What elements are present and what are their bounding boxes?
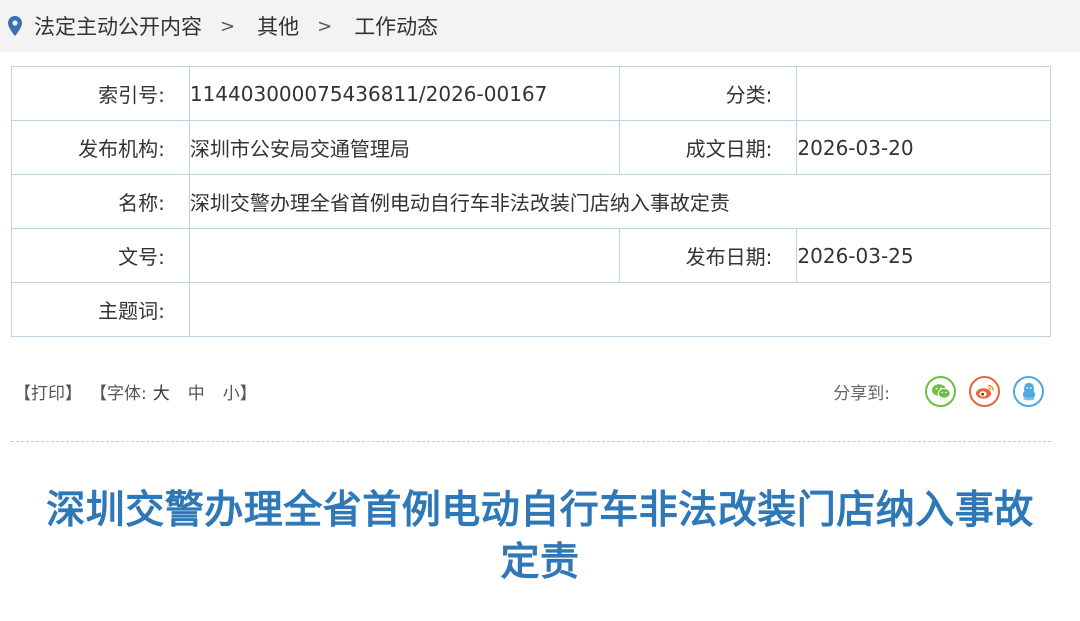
category-value — [796, 66, 1051, 121]
meta-row-name: 名称: 深圳交警办理全省首例电动自行车非法改装门店纳入事故定责 — [11, 174, 1052, 229]
article-toolbar: 【打印】 【字体: 大 中 小 】 分享到: — [14, 375, 1044, 407]
document-meta-table: 索引号: 114403000075436811/2026-00167 分类: 发… — [11, 66, 1052, 337]
font-size-prefix: 【字体: — [90, 383, 147, 404]
name-label: 名称: — [11, 174, 190, 229]
docno-value — [188, 228, 620, 283]
published-date-value: 2026-03-25 — [796, 228, 1051, 283]
keywords-value — [188, 282, 1052, 337]
meta-row-docno: 文号: 发布日期: 2026-03-25 — [11, 228, 1051, 283]
chevron-right-icon: > — [220, 15, 236, 37]
font-large-button[interactable]: 大 — [153, 379, 170, 404]
article-title-line-2: 定责 — [500, 540, 580, 585]
share-label: 分享到: — [833, 383, 890, 404]
qq-icon[interactable] — [1013, 375, 1044, 407]
chevron-right-icon: > — [317, 15, 333, 37]
location-pin-icon — [2, 11, 28, 41]
wechat-icon[interactable] — [925, 375, 956, 407]
font-small-button[interactable]: 小 — [223, 379, 240, 404]
docno-label: 文号: — [11, 228, 190, 283]
publisher-value: 深圳市公安局交通管理局 — [188, 120, 620, 175]
print-button[interactable]: 【打印】 — [14, 379, 82, 404]
meta-row-index: 索引号: 114403000075436811/2026-00167 分类: — [11, 66, 1051, 121]
article-title-line-1: 深圳交警办理全省首例电动自行车非法改装门店纳入事故 — [46, 488, 1034, 533]
font-medium-button[interactable]: 中 — [188, 379, 205, 404]
breadcrumb-item-work-news[interactable]: 工作动态 — [354, 11, 438, 41]
divider — [11, 441, 1051, 442]
meta-row-publisher: 发布机构: 深圳市公安局交通管理局 成文日期: 2026-03-20 — [11, 120, 1051, 175]
breadcrumb: 法定主动公开内容 > 其他 > 工作动态 — [0, 0, 1080, 52]
breadcrumb-item-other[interactable]: 其他 — [257, 11, 299, 41]
category-label: 分类: — [618, 66, 798, 121]
publisher-label: 发布机构: — [11, 120, 190, 175]
share-area: 分享到: — [833, 375, 1044, 407]
name-value: 深圳交警办理全省首例电动自行车非法改装门店纳入事故定责 — [188, 174, 1052, 229]
weibo-icon[interactable] — [969, 375, 1000, 407]
index-label: 索引号: — [11, 66, 190, 121]
created-date-value: 2026-03-20 — [796, 120, 1051, 175]
meta-row-keywords: 主题词: — [11, 282, 1052, 337]
article-title: 深圳交警办理全省首例电动自行车非法改装门店纳入事故 定责 — [0, 485, 1080, 589]
index-value: 114403000075436811/2026-00167 — [188, 66, 620, 121]
breadcrumb-item-public-content[interactable]: 法定主动公开内容 — [34, 11, 202, 41]
font-size-suffix: 】 — [239, 383, 257, 404]
keywords-label: 主题词: — [11, 282, 190, 337]
created-date-label: 成文日期: — [618, 120, 798, 175]
published-date-label: 发布日期: — [618, 228, 798, 283]
